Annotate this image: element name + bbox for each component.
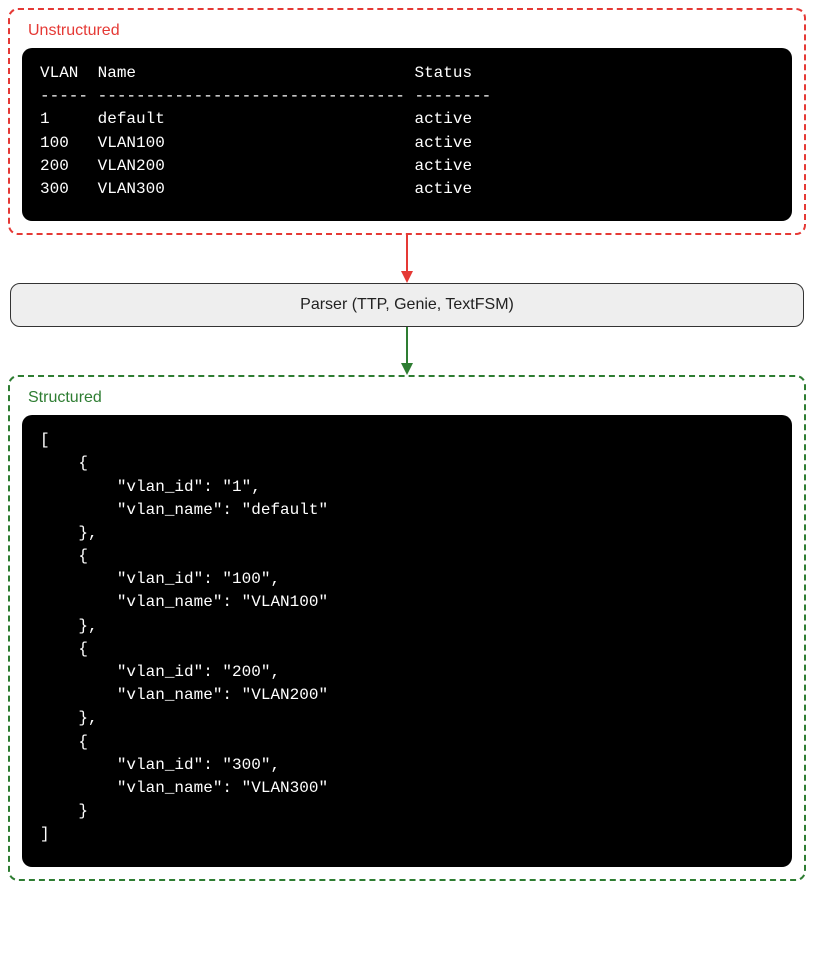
unstructured-label: Unstructured — [22, 20, 792, 48]
structured-label: Structured — [22, 387, 792, 415]
structured-terminal: [ { "vlan_id": "1", "vlan_name": "defaul… — [22, 415, 792, 866]
arrow-down-red-wrap — [8, 235, 806, 283]
arrow-down-green-wrap — [8, 327, 806, 375]
parser-box: Parser (TTP, Genie, TextFSM) — [10, 283, 804, 327]
unstructured-terminal: VLAN Name Status ----- -----------------… — [22, 48, 792, 221]
parser-label: Parser (TTP, Genie, TextFSM) — [300, 296, 514, 313]
unstructured-panel: Unstructured VLAN Name Status ----- ----… — [8, 8, 806, 235]
structured-panel: Structured [ { "vlan_id": "1", "vlan_nam… — [8, 375, 806, 880]
arrow-down-icon — [397, 327, 417, 375]
arrow-down-icon — [397, 235, 417, 283]
